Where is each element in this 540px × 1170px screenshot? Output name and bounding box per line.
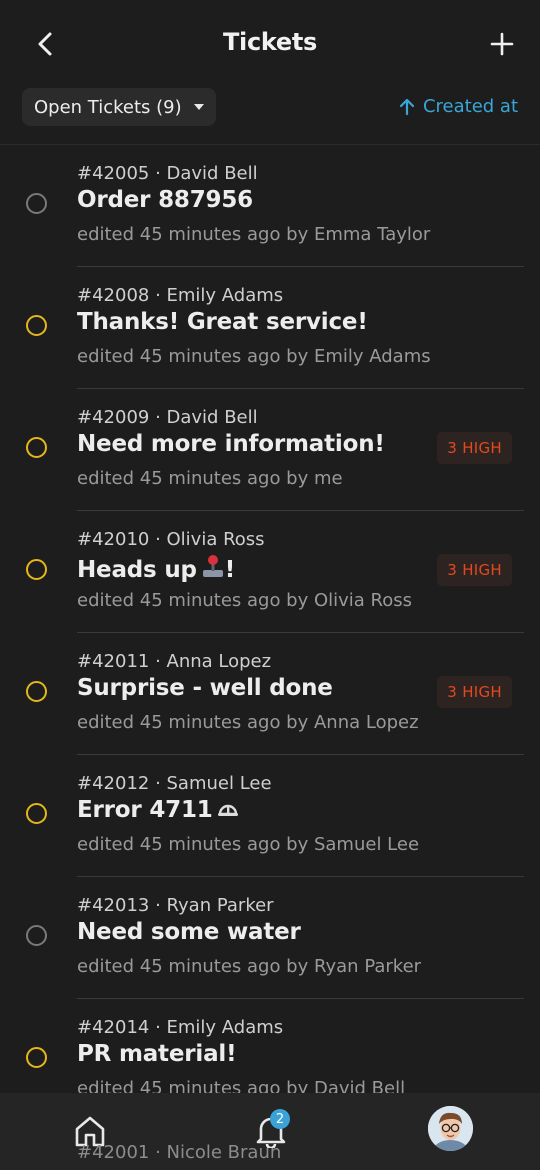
status-circle-icon — [26, 437, 47, 458]
priority-badge: 3 HIGH — [437, 554, 512, 586]
plus-icon — [490, 32, 514, 56]
ticket-meta: #42011 · Anna Lopez — [77, 651, 272, 672]
ticket-subject: PR material! — [77, 1041, 237, 1067]
filter-label: Open Tickets (9) — [34, 96, 182, 118]
ticket-subject: Surprise - well done — [77, 675, 333, 701]
ticket-subject: Need some water — [77, 919, 301, 945]
avatar[interactable] — [428, 1106, 473, 1151]
ticket-edited: edited 45 minutes ago by Anna Lopez — [77, 712, 419, 733]
ticket-row[interactable]: #42012 · Samuel Lee Error 4711 edited 45… — [0, 755, 540, 877]
joystick-icon — [201, 553, 225, 585]
status-circle-icon — [26, 559, 47, 580]
ticket-meta: #42005 · David Bell — [77, 163, 258, 184]
add-ticket-button[interactable] — [484, 26, 520, 62]
ticket-subject: Heads up! — [77, 553, 235, 585]
sort-label: Created at — [422, 96, 518, 117]
ticket-subject-suffix: ! — [224, 557, 236, 583]
ticket-subject: Thanks! Great service! — [77, 309, 368, 335]
status-circle-icon — [26, 1047, 47, 1068]
ticket-meta: #42008 · Emily Adams — [77, 285, 284, 306]
page-title: Tickets — [222, 28, 318, 56]
ticket-subject: Error 4711 — [77, 797, 239, 825]
ticket-meta: #42014 · Emily Adams — [77, 1017, 284, 1038]
status-circle-icon — [26, 315, 47, 336]
notification-count-badge: 2 — [270, 1109, 290, 1129]
helmet-icon — [217, 799, 239, 825]
status-circle-icon — [26, 193, 47, 214]
ticket-edited: edited 45 minutes ago by Emily Adams — [77, 346, 431, 367]
status-circle-icon — [26, 803, 47, 824]
ticket-edited: edited 45 minutes ago by me — [77, 468, 343, 489]
ticket-row[interactable]: #42011 · Anna Lopez Surprise - well done… — [0, 633, 540, 755]
priority-badge: 3 HIGH — [437, 432, 512, 464]
status-circle-icon — [26, 925, 47, 946]
header: Tickets — [0, 0, 540, 88]
filter-bar: Open Tickets (9) Created at — [0, 88, 540, 145]
ticket-row[interactable]: #42005 · David Bell Order 887956 edited … — [0, 145, 540, 267]
ticket-filter-dropdown[interactable]: Open Tickets (9) — [22, 88, 216, 126]
ticket-row[interactable]: #42009 · David Bell Need more informatio… — [0, 389, 540, 511]
ticket-subject-text: Heads up — [77, 557, 197, 583]
ticket-meta: #42013 · Ryan Parker — [77, 895, 274, 916]
peek-ticket-meta: #42001 · Nicole Braun — [77, 1142, 282, 1163]
ticket-row[interactable]: #42008 · Emily Adams Thanks! Great servi… — [0, 267, 540, 389]
arrow-up-icon — [399, 98, 415, 115]
caret-down-icon — [193, 104, 204, 110]
ticket-subject: Order 887956 — [77, 187, 253, 213]
ticket-subject-text: Error 4711 — [77, 797, 213, 823]
ticket-edited: edited 45 minutes ago by Ryan Parker — [77, 956, 422, 977]
ticket-meta: #42012 · Samuel Lee — [77, 773, 272, 794]
ticket-edited: edited 45 minutes ago by Olivia Ross — [77, 590, 413, 611]
user-avatar-image — [428, 1106, 473, 1151]
ticket-subject: Need more information! — [77, 431, 385, 457]
ticket-edited: edited 45 minutes ago by Samuel Lee — [77, 834, 420, 855]
sort-button[interactable]: Created at — [399, 96, 518, 117]
ticket-edited: edited 45 minutes ago by Emma Taylor — [77, 224, 431, 245]
priority-badge: 3 HIGH — [437, 676, 512, 708]
status-circle-icon — [26, 681, 47, 702]
ticket-row[interactable]: #42010 · Olivia Ross Heads up! 3 HIGH ed… — [0, 511, 540, 633]
ticket-meta: #42010 · Olivia Ross — [77, 529, 265, 550]
ticket-list: #42005 · David Bell Order 887956 edited … — [0, 145, 540, 1121]
ticket-row[interactable]: #42013 · Ryan Parker Need some water edi… — [0, 877, 540, 999]
ticket-meta: #42009 · David Bell — [77, 407, 258, 428]
